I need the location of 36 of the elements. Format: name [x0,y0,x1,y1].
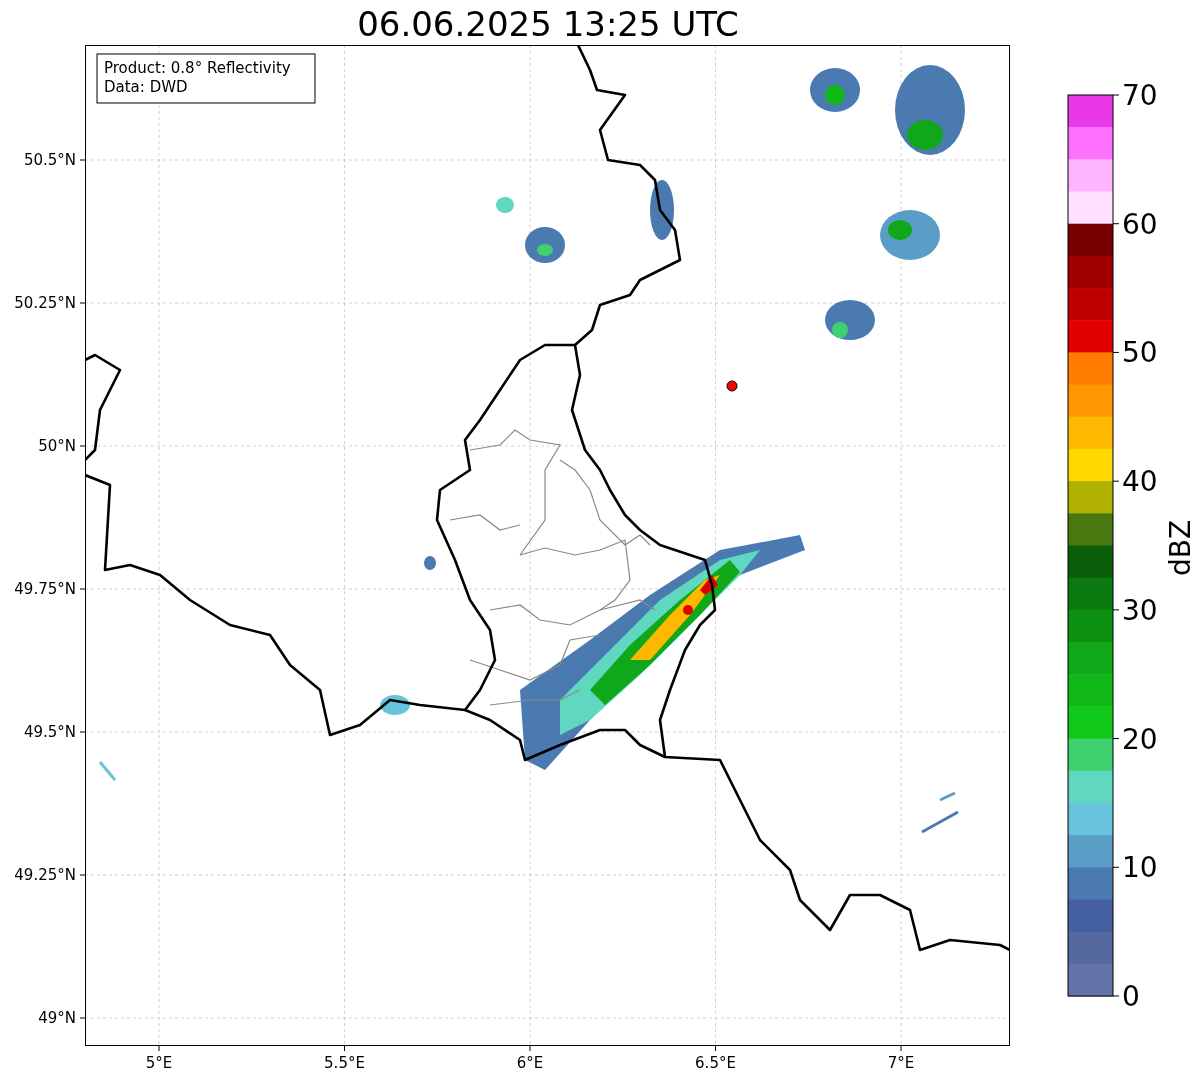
latitude-label: 50.25°N [14,294,76,312]
colorbar-tick-label: 40 [1122,465,1158,499]
tick-mark [79,1017,86,1019]
legend-text: Product: 0.8° Reflectivity [104,59,291,77]
tick-mark [79,302,86,304]
legend-text: Data: DWD [104,78,188,96]
colorbar-tick-label: 10 [1122,851,1158,885]
latitude-label: 49.75°N [14,580,76,598]
latitude-label: 49.25°N [14,866,76,884]
longitude-label: 7°E [887,1054,915,1072]
tick-mark [158,1045,160,1052]
tick-mark [79,874,86,876]
tick-mark [900,1045,902,1052]
latitude-label: 50.5°N [23,151,76,169]
latitude-label: 49.5°N [23,723,76,741]
longitude-label: 5°E [145,1054,173,1072]
colorbar-label: dBZ [1164,519,1197,577]
tick-mark [79,445,86,447]
colorbar-tick-label: 70 [1122,79,1158,112]
latitude-label: 49°N [38,1009,76,1027]
tick-mark [715,1045,716,1052]
colorbar-tick-label: 0 [1122,980,1140,1013]
tick-mark [529,1045,531,1052]
tick-mark [344,1045,345,1052]
longitude-label: 6.5°E [695,1054,736,1072]
tick-mark [79,731,86,733]
tick-mark [79,588,86,590]
latitude-label: 50°N [38,437,76,455]
longitude-label: 5.5°E [324,1054,365,1072]
colorbar-tick-label: 60 [1122,207,1158,241]
longitude-label: 6°E [516,1054,544,1072]
tick-mark [79,159,86,161]
colorbar-tick-label: 50 [1122,336,1158,370]
chart-title: 06.06.2025 13:25 UTC [357,4,739,44]
colorbar-tick-label: 20 [1122,722,1158,756]
colorbar-tick-label: 30 [1122,593,1158,627]
